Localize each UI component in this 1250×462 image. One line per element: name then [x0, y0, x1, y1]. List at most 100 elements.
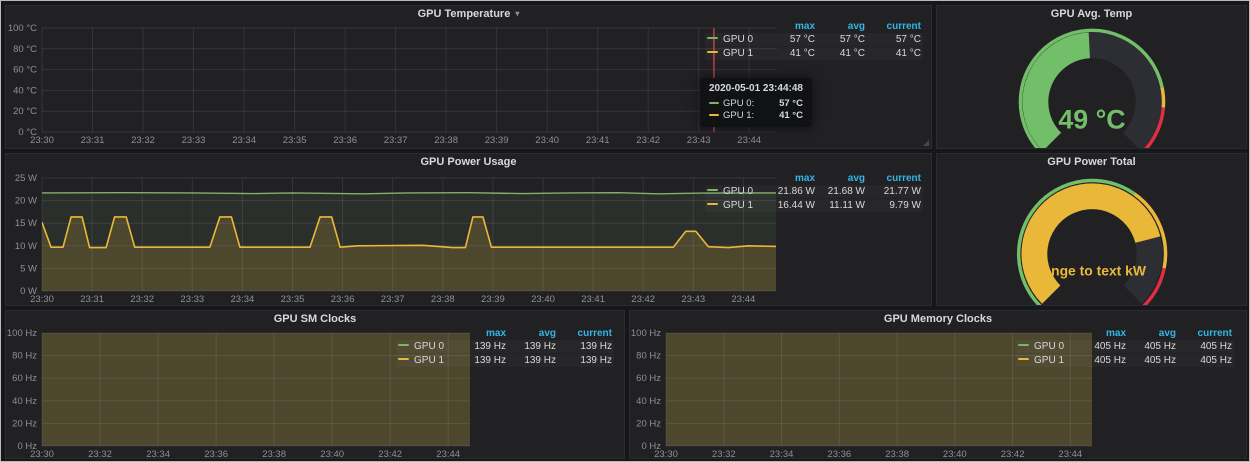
legend-row[interactable]: GPU 0139 Hz139 Hz139 Hz: [396, 340, 614, 353]
panel-title-gpu-power-usage[interactable]: GPU Power Usage: [6, 154, 931, 170]
series-color-swatch-icon: [398, 344, 409, 346]
svg-text:23:38: 23:38: [431, 294, 455, 305]
svg-text:23:36: 23:36: [827, 449, 851, 460]
panel-title-text: GPU SM Clocks: [274, 313, 357, 325]
legend-value: 405 Hz: [1128, 340, 1178, 353]
legend-value: 11.11 W: [817, 199, 867, 212]
legend-value: 57 °C: [763, 33, 817, 46]
grafana-dashboard: GPU Temperature▾ 0 °C20 °C40 °C60 °C80 °…: [0, 0, 1250, 462]
tooltip-series-name: GPU 1:: [723, 110, 754, 121]
series-color-swatch-icon: [709, 114, 719, 116]
legend-series-label[interactable]: GPU 0: [705, 185, 763, 198]
legend-row[interactable]: GPU 141 °C41 °C41 °C: [705, 47, 923, 60]
legend-value: 405 Hz: [1128, 354, 1178, 367]
svg-text:23:32: 23:32: [131, 135, 155, 146]
legend-series-label[interactable]: GPU 0: [1016, 340, 1074, 353]
legend-series-label[interactable]: GPU 0: [396, 340, 454, 353]
legend-value: 139 Hz: [508, 340, 558, 353]
series-color-swatch-icon: [398, 358, 409, 360]
svg-text:23:31: 23:31: [81, 135, 105, 146]
svg-text:40 Hz: 40 Hz: [12, 396, 37, 407]
legend-sm-clocks: maxavgcurrentGPU 0139 Hz139 Hz139 HzGPU …: [396, 327, 614, 368]
panel-title-gpu-avg-temp[interactable]: GPU Avg. Temp: [937, 6, 1246, 22]
svg-text:23:30: 23:30: [654, 449, 678, 460]
svg-text:20 Hz: 20 Hz: [12, 418, 37, 429]
legend-value: 405 Hz: [1178, 340, 1234, 353]
legend-memory-clocks: maxavgcurrentGPU 0405 Hz405 Hz405 HzGPU …: [1016, 327, 1234, 368]
tooltip-series-name: GPU 0:: [723, 98, 754, 109]
svg-text:23:36: 23:36: [331, 294, 355, 305]
svg-text:23:35: 23:35: [283, 135, 307, 146]
svg-text:23:37: 23:37: [381, 294, 405, 305]
svg-text:80 Hz: 80 Hz: [636, 351, 661, 362]
svg-text:40 Hz: 40 Hz: [636, 396, 661, 407]
power-total-gauge: range to text kW: [937, 170, 1246, 305]
legend-series-label[interactable]: GPU 0: [705, 33, 763, 46]
svg-text:60 Hz: 60 Hz: [12, 373, 37, 384]
legend-value: 405 Hz: [1074, 340, 1128, 353]
legend-value: 21.68 W: [817, 185, 867, 198]
legend-header: maxavgcurrent: [396, 327, 614, 340]
svg-text:23:32: 23:32: [130, 294, 154, 305]
legend-row[interactable]: GPU 0405 Hz405 Hz405 Hz: [1016, 340, 1234, 353]
svg-text:23:34: 23:34: [146, 449, 170, 460]
chevron-down-icon: ▾: [515, 6, 519, 22]
legend-value: 57 °C: [867, 33, 923, 46]
panel-title-text: GPU Avg. Temp: [1051, 8, 1133, 20]
legend-value: 41 °C: [867, 47, 923, 60]
tooltip-series-value: 57 °C: [769, 98, 803, 109]
panel-title-gpu-memory-clocks[interactable]: GPU Memory Clocks: [630, 311, 1246, 327]
svg-text:23:40: 23:40: [535, 135, 559, 146]
legend-row[interactable]: GPU 057 °C57 °C57 °C: [705, 33, 923, 46]
svg-text:23:42: 23:42: [631, 294, 655, 305]
svg-text:20 °C: 20 °C: [13, 106, 37, 117]
series-color-swatch-icon: [1018, 344, 1029, 346]
svg-text:23:30: 23:30: [30, 135, 54, 146]
series-color-swatch-icon: [709, 102, 719, 104]
legend-value: 9.79 W: [867, 199, 923, 212]
svg-text:23:34: 23:34: [232, 135, 256, 146]
gauge-value-text: range to text kW: [1038, 263, 1147, 279]
svg-text:23:36: 23:36: [333, 135, 357, 146]
svg-text:23:40: 23:40: [531, 294, 555, 305]
svg-text:23:31: 23:31: [80, 294, 104, 305]
legend-value: 139 Hz: [508, 354, 558, 367]
graph-tooltip: 2020-05-01 23:44:48GPU 0:57 °CGPU 1:41 °…: [700, 78, 812, 127]
panel-title-gpu-power-total[interactable]: GPU Power Total: [937, 154, 1246, 170]
legend-series-label[interactable]: GPU 1: [1016, 354, 1074, 367]
panel-resize-handle[interactable]: [923, 140, 929, 146]
svg-text:80 Hz: 80 Hz: [12, 351, 37, 362]
svg-text:23:39: 23:39: [481, 294, 505, 305]
temperature-chart[interactable]: 0 °C20 °C40 °C60 °C80 °C100 °C23:3023:31…: [6, 22, 778, 148]
legend-row[interactable]: GPU 021.86 W21.68 W21.77 W: [705, 185, 923, 198]
svg-text:60 Hz: 60 Hz: [636, 373, 661, 384]
legend-row[interactable]: GPU 116.44 W11.11 W9.79 W: [705, 199, 923, 212]
svg-text:23:41: 23:41: [586, 135, 610, 146]
svg-text:23:34: 23:34: [231, 294, 255, 305]
svg-text:23:39: 23:39: [485, 135, 509, 146]
legend-value: 139 Hz: [454, 340, 508, 353]
panel-title-gpu-sm-clocks[interactable]: GPU SM Clocks: [6, 311, 624, 327]
svg-text:23:33: 23:33: [182, 135, 206, 146]
svg-text:23:42: 23:42: [1001, 449, 1025, 460]
svg-text:5 W: 5 W: [20, 263, 37, 274]
legend-series-label[interactable]: GPU 1: [705, 47, 763, 60]
legend-value: 405 Hz: [1074, 354, 1128, 367]
tooltip-series-value: 41 °C: [769, 110, 803, 121]
legend-row[interactable]: GPU 1139 Hz139 Hz139 Hz: [396, 354, 614, 367]
panel-gpu-sm-clocks: GPU SM Clocks 0 Hz20 Hz40 Hz60 Hz80 Hz10…: [5, 310, 625, 459]
legend-series-label[interactable]: GPU 1: [396, 354, 454, 367]
legend-series-label[interactable]: GPU 1: [705, 199, 763, 212]
svg-text:100 Hz: 100 Hz: [7, 328, 37, 339]
series-color-swatch-icon: [707, 51, 718, 53]
svg-text:23:30: 23:30: [30, 449, 54, 460]
power-usage-chart[interactable]: 0 W5 W10 W15 W20 W25 W23:3023:3123:3223:…: [6, 170, 778, 307]
svg-text:23:40: 23:40: [943, 449, 967, 460]
panel-gpu-avg-temp: GPU Avg. Temp 49 °C: [936, 5, 1247, 149]
svg-text:23:32: 23:32: [88, 449, 112, 460]
legend-value: 139 Hz: [558, 340, 614, 353]
svg-text:23:37: 23:37: [384, 135, 408, 146]
legend-row[interactable]: GPU 1405 Hz405 Hz405 Hz: [1016, 354, 1234, 367]
legend-value: 21.86 W: [763, 185, 817, 198]
panel-title-text: GPU Temperature: [418, 8, 511, 20]
